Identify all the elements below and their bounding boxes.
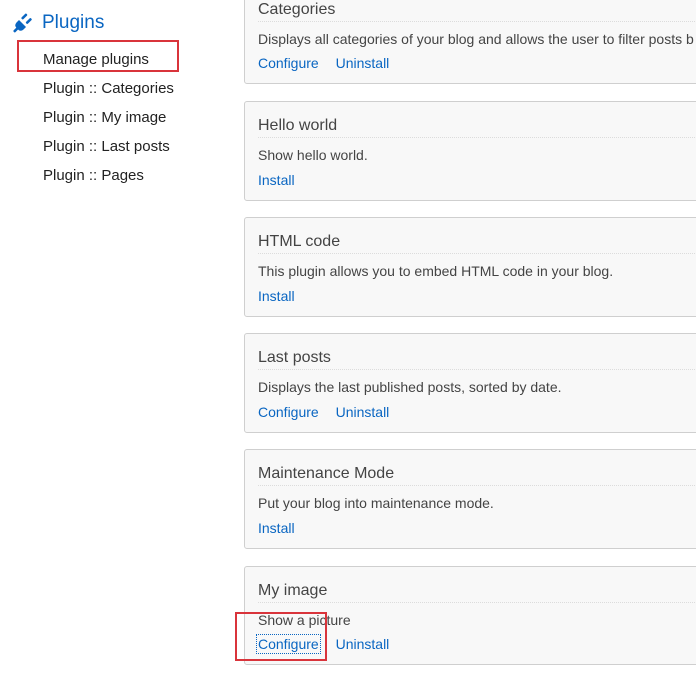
card-divider [258,21,696,22]
card-divider [258,602,696,603]
plugin-actions: Configure Uninstall [258,404,402,420]
plug-icon [12,12,34,34]
plugin-description: Show hello world. [258,147,368,163]
plugin-actions: Configure Uninstall [256,634,402,654]
plugin-card-categories: Categories Displays all categories of yo… [244,0,696,84]
sidebar-item-manage-plugins[interactable]: Manage plugins [43,45,174,74]
plugin-actions: Configure Uninstall [258,55,402,71]
uninstall-link[interactable]: Uninstall [336,55,390,71]
plugin-actions: Install [258,520,308,536]
page: Plugins Manage plugins Plugin :: Categor… [0,0,696,680]
plugin-title: HTML code [258,233,341,250]
card-divider [258,137,696,138]
plugin-description: Put your blog into maintenance mode. [258,495,494,511]
plugin-actions: Install [258,172,308,188]
configure-link[interactable]: Configure [258,404,319,420]
plugin-title: My image [258,582,328,599]
sidebar-item-plugin-categories[interactable]: Plugin :: Categories [43,74,174,103]
configure-link[interactable]: Configure [258,55,319,71]
plugin-card-maintenance-mode: Maintenance Mode Put your blog into main… [244,449,696,549]
sidebar-item-plugin-my-image[interactable]: Plugin :: My image [43,103,174,132]
sidebar-title[interactable]: Plugins [42,12,104,34]
sidebar-item-plugin-pages[interactable]: Plugin :: Pages [43,161,174,190]
card-divider [258,253,696,254]
plugin-title: Last posts [258,349,331,366]
configure-link[interactable]: Configure [256,634,321,654]
card-divider [258,485,696,486]
plugin-card-hello-world: Hello world Show hello world. Install [244,101,696,201]
uninstall-link[interactable]: Uninstall [336,636,390,652]
plugin-description: Displays all categories of your blog and… [258,31,694,47]
plugin-card-html-code: HTML code This plugin allows you to embe… [244,217,696,317]
plugin-card-my-image: My image Show a picture Configure Uninst… [244,566,696,665]
install-link[interactable]: Install [258,520,295,536]
install-link[interactable]: Install [258,288,295,304]
sidebar-nav: Manage plugins Plugin :: Categories Plug… [43,45,174,190]
plugin-title: Maintenance Mode [258,465,395,482]
plugin-card-last-posts: Last posts Displays the last published p… [244,333,696,433]
plugin-actions: Install [258,288,308,304]
plugin-description: Show a picture [258,612,351,628]
plugin-title: Categories [258,1,336,18]
card-divider [258,369,696,370]
uninstall-link[interactable]: Uninstall [336,404,390,420]
plugin-description: This plugin allows you to embed HTML cod… [258,263,614,279]
plugin-description: Displays the last published posts, sorte… [258,379,562,395]
sidebar-item-plugin-last-posts[interactable]: Plugin :: Last posts [43,132,174,161]
install-link[interactable]: Install [258,172,295,188]
sidebar-header: Plugins [12,12,104,34]
plugin-title: Hello world [258,117,338,134]
